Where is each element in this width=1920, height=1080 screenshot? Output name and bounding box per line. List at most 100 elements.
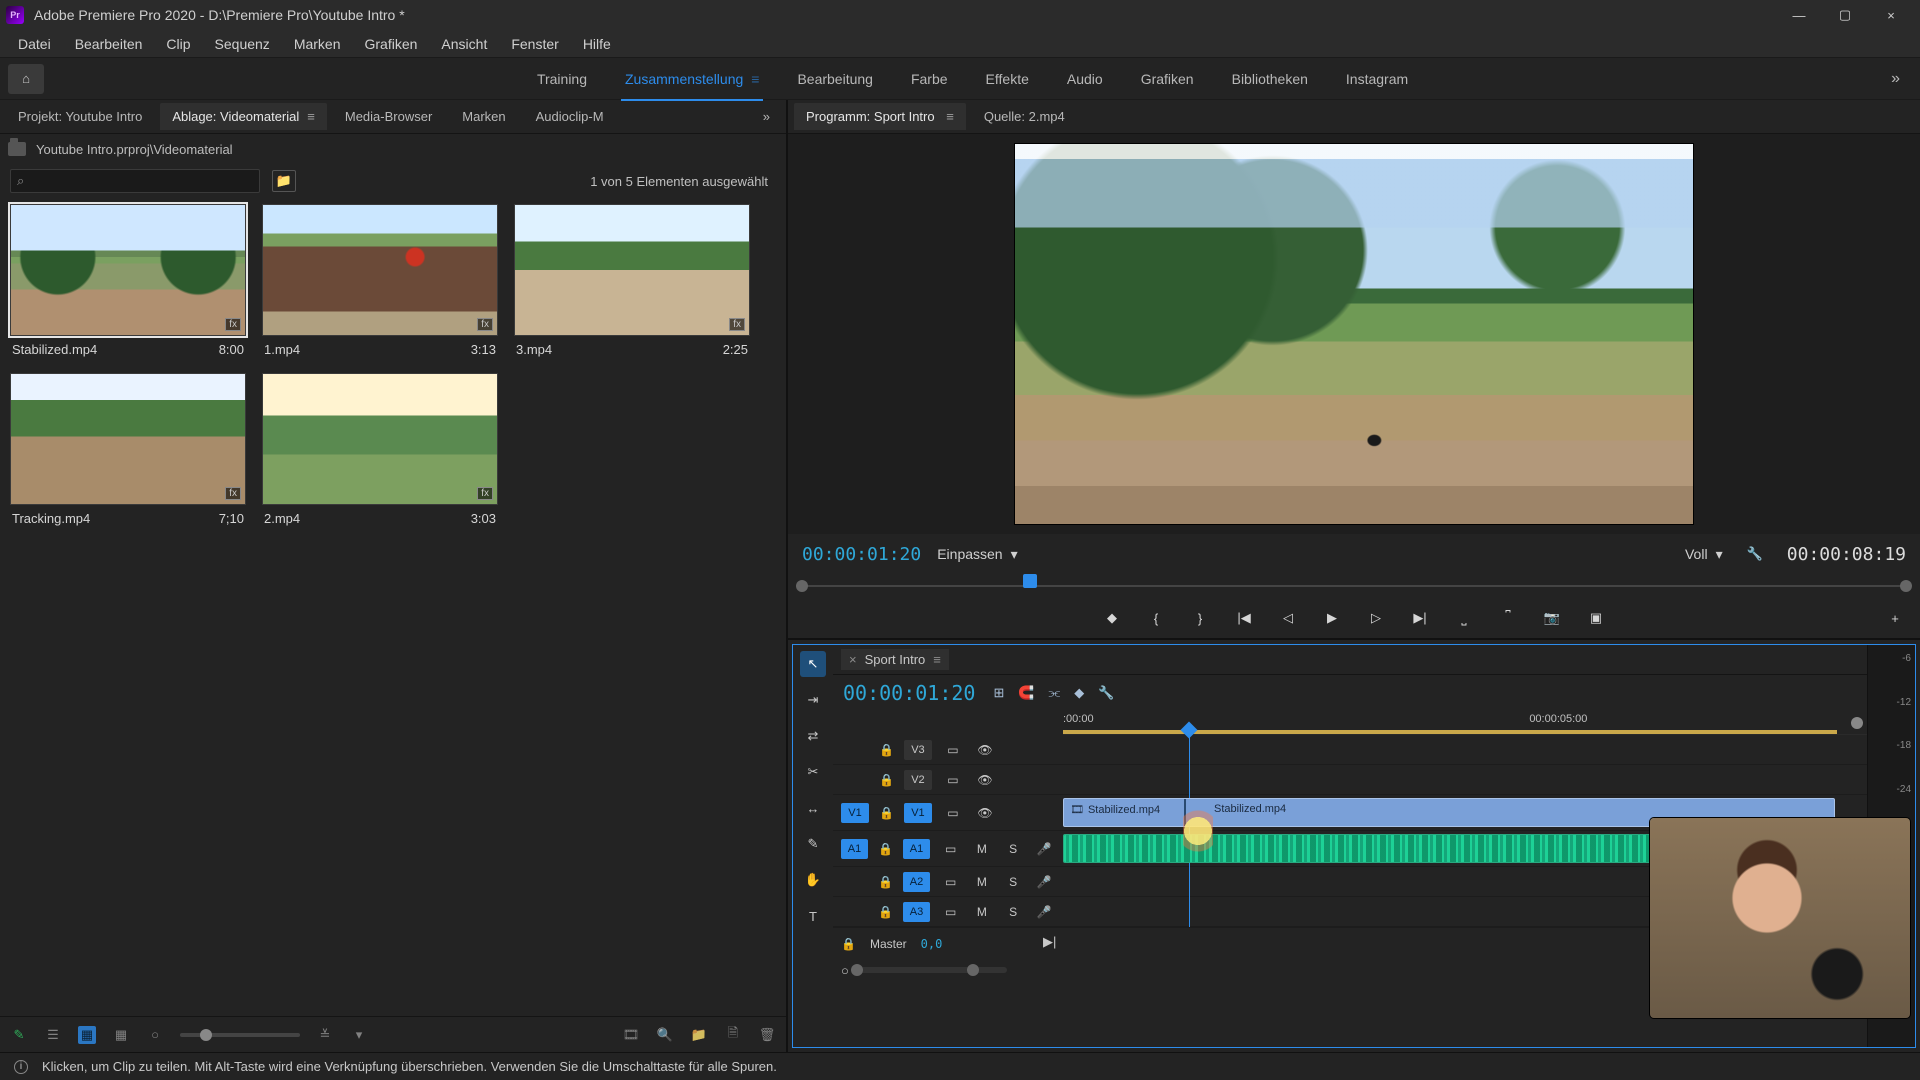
track-solo[interactable]: S [1003, 875, 1024, 889]
type-tool[interactable]: T [800, 903, 826, 929]
track-mute[interactable]: M [971, 842, 992, 856]
comparison-view-button[interactable]: ▣ [1585, 607, 1607, 629]
menu-sequenz[interactable]: Sequenz [203, 32, 282, 56]
timeline-vscroll-knob[interactable] [1851, 717, 1863, 729]
clip-thumbnail[interactable]: fx [262, 373, 498, 505]
sync-lock[interactable]: ▭ [942, 806, 964, 820]
track-target[interactable]: A2 [903, 872, 930, 892]
track-select-tool[interactable]: ⇥ [800, 687, 826, 713]
track-lock[interactable]: 🔒 [879, 743, 894, 757]
master-lock[interactable]: 🔒 [841, 937, 856, 951]
track-lock[interactable]: 🔒 [878, 905, 893, 919]
master-value[interactable]: 0,0 [921, 937, 943, 951]
source-patch[interactable]: A1 [841, 839, 868, 859]
track-target[interactable]: A3 [903, 902, 930, 922]
sort-button[interactable]: ≚ [316, 1026, 334, 1044]
mark-out-button[interactable]: } [1189, 607, 1211, 629]
track-visibility[interactable]: 👁 [974, 743, 996, 757]
track-target[interactable]: V1 [904, 803, 932, 823]
sequence-tab[interactable]: × Sport Intro ≡ [841, 649, 949, 670]
menu-bearbeiten[interactable]: Bearbeiten [63, 32, 155, 56]
home-button[interactable]: ⌂ [8, 64, 44, 94]
panel-tab-0[interactable]: Projekt: Youtube Intro [6, 103, 154, 130]
button-editor-button[interactable]: + [1884, 607, 1906, 629]
hand-tool[interactable]: ✋ [800, 867, 826, 893]
bin-clip[interactable]: fx2.mp43:03 [262, 373, 498, 526]
track-solo[interactable]: S [1003, 842, 1024, 856]
menu-fenster[interactable]: Fenster [499, 32, 570, 56]
workspace-grafiken[interactable]: Grafiken [1137, 65, 1198, 93]
source-patch[interactable]: V1 [841, 803, 869, 823]
nest-toggle[interactable]: ⊞ [993, 685, 1004, 701]
workspace-training[interactable]: Training [533, 65, 591, 93]
workspace-audio[interactable]: Audio [1063, 65, 1107, 93]
track-visibility[interactable]: 👁 [974, 806, 996, 820]
selection-tool[interactable]: ↖ [800, 651, 826, 677]
sync-lock[interactable]: ▭ [940, 905, 961, 919]
track-mute[interactable]: M [971, 875, 992, 889]
program-scrub-bar[interactable] [802, 574, 1906, 598]
track-solo[interactable]: S [1003, 905, 1024, 919]
track-target[interactable]: A1 [903, 839, 930, 859]
program-quality-dropdown[interactable]: Voll ▾ [1685, 546, 1723, 563]
add-marker-button[interactable]: ◆ [1101, 607, 1123, 629]
program-playhead[interactable] [1023, 574, 1037, 588]
freeform-view-button[interactable]: ▦ [112, 1026, 130, 1044]
track-visibility[interactable]: 👁 [974, 773, 996, 787]
voiceover-record[interactable]: 🎤 [1034, 842, 1055, 856]
slip-tool[interactable]: ↔ [800, 795, 826, 821]
go-to-next-edit-icon[interactable]: ▶| [1043, 934, 1056, 950]
window-maximize[interactable]: ▢ [1822, 0, 1868, 30]
razor-tool[interactable]: ✂ [800, 759, 826, 785]
window-minimize[interactable]: — [1776, 0, 1822, 30]
workspace-zusammenstellung[interactable]: Zusammenstellung≡ [621, 65, 763, 93]
menu-ansicht[interactable]: Ansicht [429, 32, 499, 56]
go-to-out-button[interactable]: ▶| [1409, 607, 1431, 629]
zoom-out-button[interactable]: ○ [146, 1026, 164, 1044]
linked-selection-toggle[interactable]: ⫘ [1049, 685, 1061, 701]
bin-clip[interactable]: fxTracking.mp47;10 [10, 373, 246, 526]
bin-search-input[interactable]: ⌕ [10, 169, 260, 193]
voiceover-record[interactable]: 🎤 [1034, 905, 1055, 919]
timeline-current-timecode[interactable]: 00:00:01:20 [843, 681, 975, 705]
track-lock[interactable]: 🔒 [878, 842, 893, 856]
clip-thumbnail[interactable]: fx [10, 373, 246, 505]
sort-chevron-icon[interactable]: ▾ [350, 1026, 368, 1044]
pen-tool[interactable]: ✎ [800, 831, 826, 857]
extract-button[interactable]: ⎴ [1497, 607, 1519, 629]
bin-clip[interactable]: fx1.mp43:13 [262, 204, 498, 357]
new-bin-button[interactable]: ✎ [10, 1026, 28, 1044]
clip-thumbnail[interactable]: fx [514, 204, 750, 336]
track-lock[interactable]: 🔒 [879, 806, 894, 820]
panel-tab-4[interactable]: Audioclip-M [524, 103, 616, 130]
workspace-menu-icon[interactable]: ≡ [751, 71, 759, 87]
track-target[interactable]: V3 [904, 740, 932, 760]
program-settings-button[interactable]: 🔧 [1747, 546, 1763, 562]
list-view-button[interactable]: ☰ [44, 1026, 62, 1044]
panel-tab-1[interactable]: Ablage: Videomaterial≡ [160, 103, 327, 130]
sequence-menu-icon[interactable]: ≡ [933, 652, 941, 667]
sync-lock[interactable]: ▭ [940, 875, 961, 889]
workspace-bibliotheken[interactable]: Bibliotheken [1228, 65, 1312, 93]
step-back-button[interactable]: ◁ [1277, 607, 1299, 629]
panel-tab-2[interactable]: Media-Browser [333, 103, 444, 130]
sequence-close-icon[interactable]: × [849, 652, 857, 667]
clip-thumbnail[interactable]: fx [262, 204, 498, 336]
new-item-button[interactable]: 🗎 [724, 1026, 742, 1044]
track-content[interactable] [1063, 735, 1867, 764]
program-current-timecode[interactable]: 00:00:01:20 [802, 544, 921, 565]
timeline-zoom-slider[interactable] [857, 967, 1007, 973]
program-monitor-tab[interactable]: Programm: Sport Intro ≡ [794, 103, 966, 130]
workspace-instagram[interactable]: Instagram [1342, 65, 1412, 93]
menu-clip[interactable]: Clip [154, 32, 202, 56]
bin-clip[interactable]: fxStabilized.mp48:00 [10, 204, 246, 357]
thumbnail-size-slider[interactable] [180, 1033, 300, 1037]
track-target[interactable]: V2 [904, 770, 932, 790]
delete-button[interactable]: 🗑 [758, 1026, 776, 1044]
add-marker-timeline[interactable]: ◆ [1074, 685, 1084, 701]
left-panel-overflow[interactable]: » [755, 109, 780, 124]
workspace-bearbeitung[interactable]: Bearbeitung [793, 65, 877, 93]
automate-button[interactable]: 🎞 [622, 1026, 640, 1044]
track-lock[interactable]: 🔒 [878, 875, 893, 889]
mark-in-button[interactable]: { [1145, 607, 1167, 629]
